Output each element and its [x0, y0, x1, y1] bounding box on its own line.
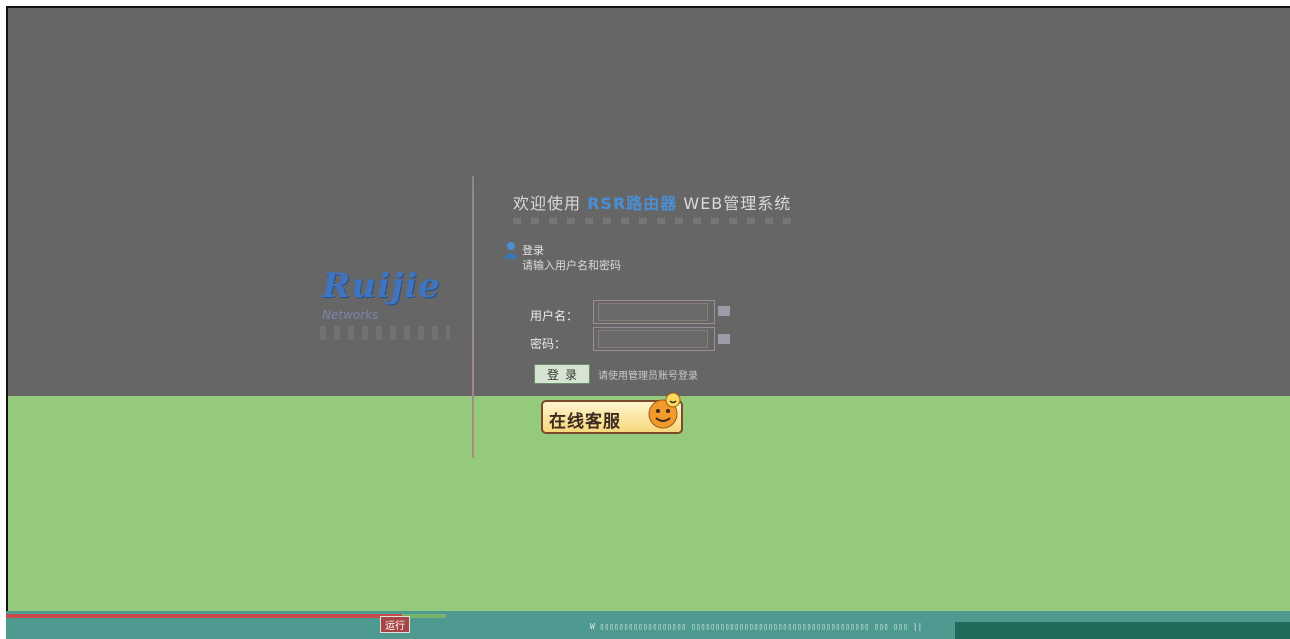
brand-name: RSR路由器: [587, 194, 678, 213]
username-label: 用户名：: [530, 309, 579, 323]
status-dark-region: [955, 622, 1290, 639]
logo-wordmark: Ruijie: [322, 266, 441, 306]
welcome-prefix: 欢迎使用: [513, 194, 582, 213]
status-text: W ▯▯▯▯▯▯▯▯▯▯▯▯▯▯▯▯▯▯ ▯▯▯▯▯▯▯▯▯▯▯▯▯▯▯▯▯▯▯…: [590, 622, 923, 631]
hint-text: 请输入用户名和密码: [522, 259, 621, 272]
logo-subtitle: Networks: [322, 308, 379, 322]
online-service-button[interactable]: 在线客服: [541, 392, 683, 434]
user-icon: [504, 242, 518, 259]
hint-title: 登录: [522, 244, 544, 257]
vertical-divider: [472, 176, 474, 458]
welcome-title: 欢迎使用 RSR路由器 WEB管理系统: [513, 190, 791, 214]
logo-tagline-artifact: [320, 326, 450, 340]
password-label: 密码：: [530, 337, 567, 351]
ruijie-logo: Ruijie Networks: [308, 266, 458, 346]
password-input[interactable]: [598, 330, 708, 348]
username-clear-icon: [718, 306, 730, 316]
username-input[interactable]: [598, 303, 708, 321]
welcome-suffix: WEB管理系统: [683, 194, 792, 213]
password-clear-icon: [718, 334, 730, 344]
status-run-label: 运行: [380, 616, 410, 633]
login-button[interactable]: 登录: [534, 364, 590, 384]
login-note: 请使用管理员账号登录: [598, 371, 698, 382]
title-underline: [513, 218, 793, 224]
smiley-icon: [648, 392, 681, 429]
online-service-label: 在线客服: [549, 412, 621, 432]
browser-viewport: Ruijie Networks 欢迎使用 RSR路由器 WEB管理系统 登录 请…: [6, 6, 1290, 639]
